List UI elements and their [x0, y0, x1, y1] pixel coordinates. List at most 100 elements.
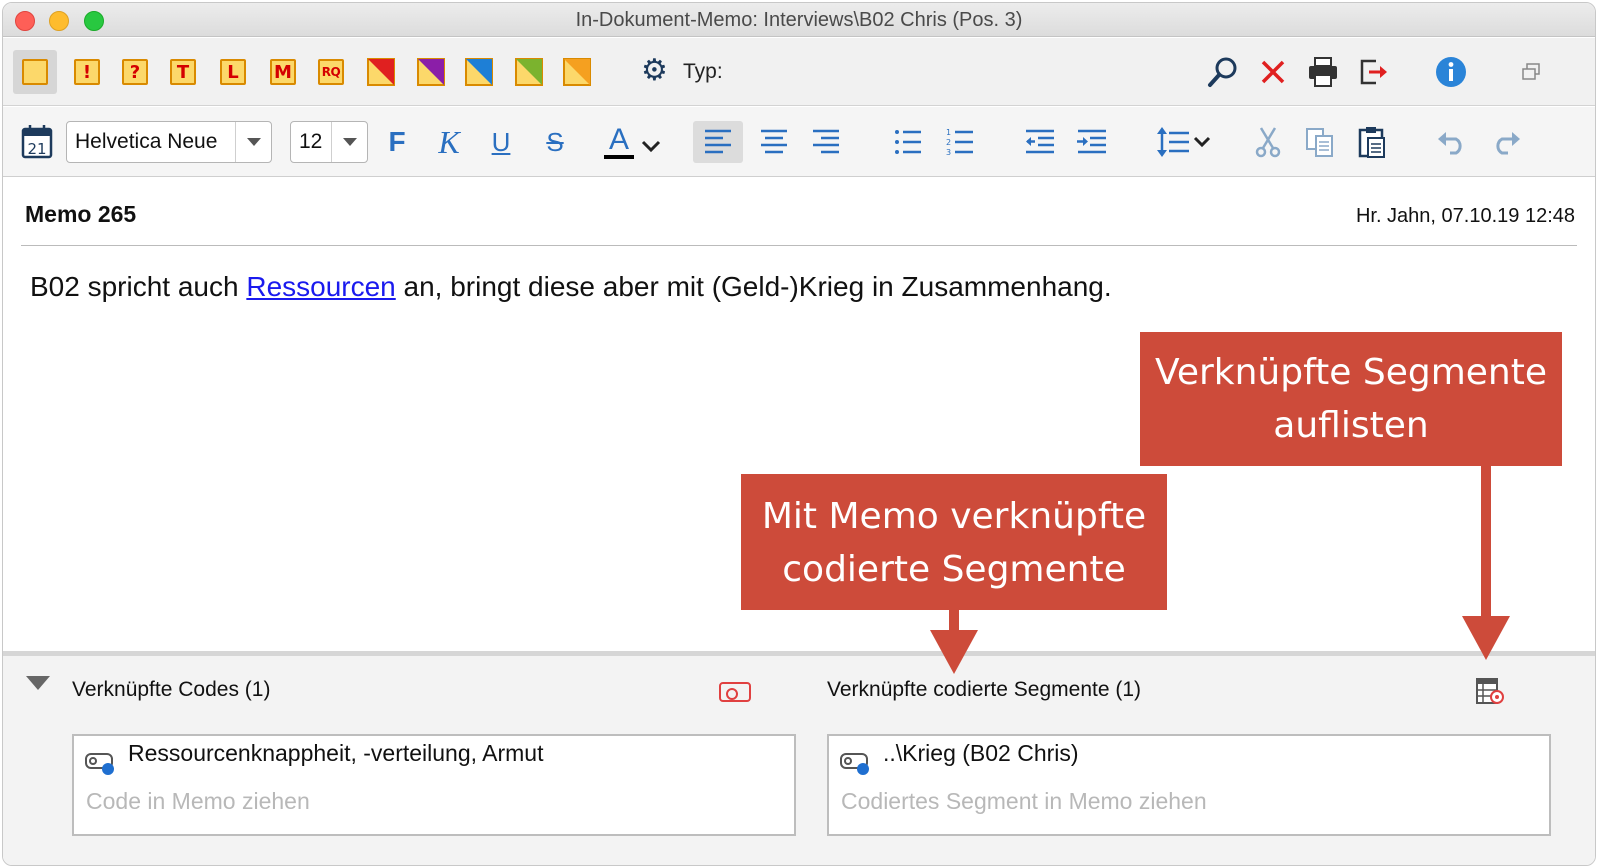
text-color-icon: A — [604, 125, 634, 159]
redo-button[interactable] — [1481, 121, 1531, 163]
undo-button[interactable] — [1427, 121, 1477, 163]
copy-button[interactable] — [1295, 121, 1345, 163]
indent-icon — [1077, 129, 1106, 154]
scissors-icon — [1255, 127, 1281, 158]
detach-window-button[interactable] — [1509, 50, 1553, 94]
font-family-value: Helvetica Neue — [75, 130, 218, 153]
memo-m-icon: M — [270, 59, 296, 85]
list-segments-icon[interactable] — [1475, 676, 1507, 708]
callout-list-segments-line2: auflisten — [1273, 405, 1429, 446]
memo-author-date: Hr. Jahn, 07.10.19 12:48 — [1355, 205, 1575, 227]
chevron-down-icon — [331, 122, 367, 162]
linked-segment-item[interactable]: ..\Krieg (B02 Chris) — [883, 740, 1079, 767]
memo-type-orange-button[interactable] — [555, 50, 599, 94]
line-spacing-button[interactable] — [1151, 121, 1217, 163]
memo-title: Memo 265 — [25, 201, 137, 227]
outdent-button[interactable] — [1015, 121, 1065, 163]
memo-link[interactable]: Ressourcen — [246, 271, 395, 302]
linked-segments-label: Verknüpfte codierte Segmente (1) — [827, 678, 1142, 701]
window-restore-icon — [1522, 63, 1540, 80]
callout-arrow-shaft — [949, 610, 959, 632]
gear-icon[interactable]: ⚙ — [641, 56, 668, 86]
paste-button[interactable] — [1347, 121, 1397, 163]
bold-button[interactable]: F — [377, 121, 417, 163]
memo-text[interactable]: B02 spricht auch Ressourcen an, bringt d… — [30, 271, 1112, 303]
line-spacing-icon — [1157, 127, 1211, 157]
close-icon — [1261, 60, 1285, 84]
chevron-down-icon — [641, 140, 661, 153]
export-button[interactable] — [1351, 50, 1395, 94]
delete-memo-button[interactable] — [1251, 50, 1295, 94]
title-bar: In-Dokument-Memo: Interviews\B02 Chris (… — [3, 3, 1595, 37]
calendar-icon[interactable]: 21 — [21, 124, 53, 160]
memo-exclamation-icon: ! — [74, 59, 100, 85]
callout-arrow-head — [1462, 616, 1510, 660]
svg-text:3: 3 — [946, 148, 951, 156]
numbered-list-button[interactable]: 123 — [935, 121, 985, 163]
window-title: In-Dokument-Memo: Interviews\B02 Chris (… — [575, 9, 1023, 31]
memo-l-icon: L — [220, 59, 246, 85]
export-icon — [1360, 59, 1387, 85]
memo-text-end: an, bringt diese aber mit (Geld-)Krieg i… — [395, 271, 1112, 302]
align-right-icon — [813, 129, 839, 154]
text-color-button[interactable]: A — [597, 121, 669, 163]
memo-type-l-button[interactable]: L — [211, 50, 255, 94]
memo-type-purple-button[interactable] — [409, 50, 453, 94]
memo-plain-icon — [22, 59, 48, 85]
cut-button[interactable] — [1243, 121, 1293, 163]
callout-arrow-head — [930, 630, 978, 674]
callout-memo-segments: Mit Memo verknüpfte codierte Segmente — [741, 474, 1167, 610]
memo-blue-icon — [465, 58, 493, 86]
memo-t-icon: T — [170, 59, 196, 85]
linked-segments-list[interactable]: ..\Krieg (B02 Chris) Codiertes Segment i… — [827, 734, 1551, 836]
font-size-select[interactable]: 12 — [290, 121, 368, 163]
callout-memo-segments-line2: codierte Segmente — [782, 549, 1126, 590]
memo-type-blue-button[interactable] — [457, 50, 501, 94]
linked-codes-list[interactable]: Ressourcenknappheit, -verteilung, Armut … — [72, 734, 796, 836]
redo-icon — [1496, 132, 1520, 155]
linked-items-panel: Verknüpfte Codes (1) Verknüpfte codierte… — [3, 651, 1595, 865]
collapse-triangle-icon[interactable] — [26, 676, 50, 690]
memo-type-exclamation-button[interactable]: ! — [65, 50, 109, 94]
memo-type-question-button[interactable]: ? — [113, 50, 157, 94]
drop-code-placeholder: Code in Memo ziehen — [86, 788, 310, 814]
undo-icon — [1438, 132, 1462, 155]
format-toolbar: 21 Helvetica Neue 12 F K U S A 1 2 3 — [3, 107, 1595, 177]
memo-type-toolbar: ! ? T L M RQ ⚙ Typ: — [3, 38, 1595, 106]
info-button[interactable] — [1429, 50, 1473, 94]
paste-icon — [1358, 127, 1385, 158]
code-icon — [85, 753, 114, 775]
underline-button[interactable]: U — [481, 121, 521, 163]
memo-type-m-button[interactable]: M — [261, 50, 305, 94]
memo-green-icon — [515, 58, 543, 86]
search-button[interactable] — [1201, 50, 1245, 94]
align-center-icon — [761, 129, 787, 154]
memo-divider — [21, 245, 1577, 246]
linked-code-item[interactable]: Ressourcenknappheit, -verteilung, Armut — [128, 740, 544, 767]
memo-rq-icon: RQ — [318, 59, 344, 85]
drop-segment-placeholder: Codiertes Segment in Memo ziehen — [841, 788, 1207, 814]
align-right-button[interactable] — [801, 121, 851, 163]
align-left-button[interactable] — [693, 121, 743, 163]
memo-type-rq-button[interactable]: RQ — [309, 50, 353, 94]
memo-question-icon: ? — [122, 59, 148, 85]
font-family-select[interactable]: Helvetica Neue — [66, 121, 272, 163]
align-center-button[interactable] — [749, 121, 799, 163]
memo-orange-icon — [563, 58, 591, 86]
indent-button[interactable] — [1067, 121, 1117, 163]
memo-type-plain-button[interactable] — [13, 50, 57, 94]
print-button[interactable] — [1301, 50, 1345, 94]
font-size-value: 12 — [299, 130, 323, 153]
type-label: Typ: — [683, 60, 723, 83]
strikethrough-button[interactable]: S — [535, 121, 575, 163]
memo-type-green-button[interactable] — [507, 50, 551, 94]
svg-text:21: 21 — [27, 140, 46, 158]
italic-button[interactable]: K — [429, 121, 469, 163]
memo-type-red-button[interactable] — [359, 50, 403, 94]
copy-icon — [1306, 128, 1333, 157]
outdent-icon — [1026, 129, 1054, 154]
code-tag-icon[interactable] — [719, 682, 751, 702]
code-icon — [840, 753, 869, 775]
memo-type-t-button[interactable]: T — [161, 50, 205, 94]
bullet-list-button[interactable] — [883, 121, 933, 163]
